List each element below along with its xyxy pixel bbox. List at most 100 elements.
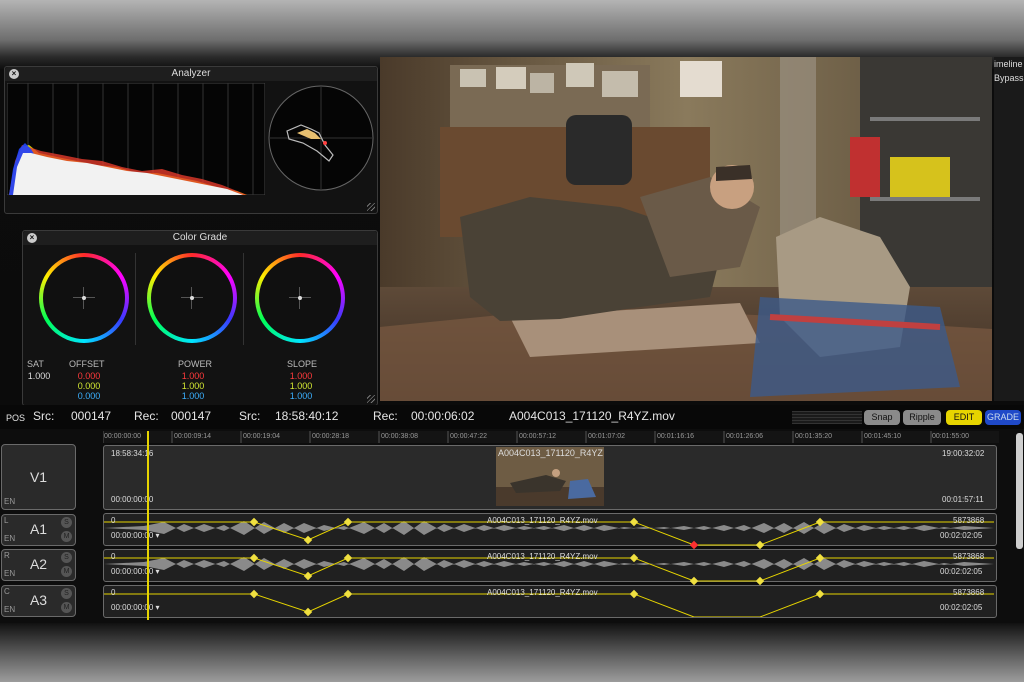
track-header-a2[interactable]: R A2 EN S M — [1, 549, 76, 581]
a2-start[interactable]: 00:00:00:00 ▾ — [111, 567, 160, 576]
mute-button[interactable]: M — [61, 531, 72, 542]
track-en-label: EN — [4, 497, 16, 506]
clip-name: A004C013_171120_R4YZ.mov — [509, 409, 675, 423]
ripple-button[interactable]: Ripple — [903, 410, 941, 425]
slope-wheel[interactable] — [255, 253, 345, 343]
histogram-graph — [7, 83, 265, 195]
a2-end: 00:02:02:05 — [940, 567, 983, 576]
grade-button[interactable]: GRADE — [985, 410, 1021, 425]
wheel-divider — [135, 253, 136, 345]
src-frame-value[interactable]: 000147 — [71, 409, 111, 423]
track-header-v1[interactable]: V1 EN — [1, 444, 76, 510]
toolbar-meter — [792, 411, 862, 424]
color-grade-title: Color Grade — [23, 231, 377, 245]
rec-tc-label: Rec: — [373, 409, 398, 423]
timeline-scrollbar[interactable] — [1016, 433, 1023, 549]
track-en-label: EN — [4, 534, 16, 543]
sat-label: SAT — [27, 359, 44, 369]
track-en-label: EN — [4, 569, 16, 578]
close-icon[interactable]: × — [9, 69, 19, 79]
a1-clip-name: A004C013_171120_R4YZ.mov — [487, 516, 598, 525]
ruler-label: 00:01:16:16 — [657, 433, 694, 440]
a3-gain: 0 — [111, 588, 116, 597]
slope-r-value[interactable]: 1.000 — [271, 371, 331, 381]
bypass-menu-item[interactable]: Bypass — [994, 73, 1024, 83]
offset-g-value[interactable]: 0.000 — [59, 381, 119, 391]
solo-button[interactable]: S — [61, 588, 72, 599]
power-wheel[interactable] — [147, 253, 237, 343]
thumbnail-clip-name: A004C013_171120_R4YZ — [498, 448, 603, 458]
snap-button[interactable]: Snap — [864, 410, 900, 425]
offset-wheel[interactable] — [39, 253, 129, 343]
power-b-value[interactable]: 1.000 — [163, 391, 223, 401]
resize-handle-icon[interactable] — [367, 395, 375, 403]
slope-label: SLOPE — [287, 359, 318, 369]
power-g-value[interactable]: 1.000 — [163, 381, 223, 391]
solo-button[interactable]: S — [61, 552, 72, 563]
ruler-label: 00:01:45:10 — [864, 433, 901, 440]
viewer-frame — [380, 57, 992, 401]
timeline-menu-item[interactable]: imeline — [994, 59, 1023, 69]
slope-wheel-puck-icon[interactable] — [298, 296, 302, 300]
edit-button[interactable]: EDIT — [946, 410, 982, 425]
rec-label: Rec: — [134, 409, 159, 423]
power-wheel-puck-icon[interactable] — [190, 296, 194, 300]
src-tc-label: Src: — [239, 409, 261, 423]
a3-end: 00:02:02:05 — [940, 603, 983, 612]
track-header-a1[interactable]: L A1 EN S M — [1, 514, 76, 546]
close-icon[interactable]: × — [27, 233, 37, 243]
offset-label: OFFSET — [69, 359, 105, 369]
a3-samples: 5873868 — [953, 588, 985, 597]
src-timecode[interactable]: 18:58:40:12 — [275, 409, 338, 423]
clip-end: 00:01:57:11 — [942, 495, 984, 504]
ruler-label: 00:00:09:14 — [174, 433, 211, 440]
ruler-label: 00:01:07:02 — [588, 433, 625, 440]
offset-wheel-puck-icon[interactable] — [82, 296, 86, 300]
a1-end: 00:02:02:05 — [940, 531, 983, 540]
audio-waveforms — [104, 517, 994, 617]
mute-button[interactable]: M — [61, 602, 72, 613]
clip-thumbnail[interactable]: A004C013_171120_R4YZ — [496, 447, 604, 506]
track-en-label: EN — [4, 605, 16, 614]
offset-b-value[interactable]: 0.000 — [59, 391, 119, 401]
slope-b-value[interactable]: 1.000 — [271, 391, 331, 401]
track-header-a3[interactable]: C A3 EN S M — [1, 585, 76, 617]
ruler-label: 00:00:28:18 — [312, 433, 349, 440]
a1-gain: 0 — [111, 516, 116, 525]
a1-start[interactable]: 00:00:00:00 ▾ — [111, 531, 160, 540]
analyzer-title: Analyzer — [5, 67, 377, 81]
a2-gain: 0 — [111, 552, 116, 561]
ruler-label: 00:00:00:00 — [104, 433, 141, 440]
src-label: Src: — [33, 409, 55, 423]
track-name: V1 — [29, 469, 48, 485]
side-menu: imeline Bypass — [994, 57, 1024, 401]
a2-clip-name: A004C013_171120_R4YZ.mov — [487, 552, 598, 561]
ruler-label: 00:01:26:06 — [726, 433, 763, 440]
power-label: POWER — [178, 359, 213, 369]
a1-samples: 5873868 — [953, 516, 985, 525]
pos-label: POS — [6, 413, 26, 423]
ruler-label: 00:01:55:00 — [932, 433, 969, 440]
clip-tc-out: 19:00:32:02 — [942, 449, 985, 458]
analyzer-panel: Analyzer × — [4, 66, 378, 214]
rec-frame-value[interactable]: 000147 — [171, 409, 211, 423]
playhead[interactable] — [147, 431, 149, 620]
solo-button[interactable]: S — [61, 517, 72, 528]
color-grade-panel: Color Grade × SAT 1.000 OFFSET 0.000 0.0… — [22, 230, 378, 406]
ruler-label: 00:00:38:08 — [381, 433, 418, 440]
power-r-value[interactable]: 1.000 — [163, 371, 223, 381]
offset-r-value[interactable]: 0.000 — [59, 371, 119, 381]
slope-g-value[interactable]: 1.000 — [271, 381, 331, 391]
mute-button[interactable]: M — [61, 566, 72, 577]
ruler-label: 00:01:35:20 — [795, 433, 832, 440]
wheel-divider — [243, 253, 244, 345]
ruler-label: 00:00:47:22 — [450, 433, 487, 440]
a2-samples: 5873868 — [953, 552, 985, 561]
a3-clip-name: A004C013_171120_R4YZ.mov — [487, 588, 598, 597]
resize-handle-icon[interactable] — [367, 203, 375, 211]
ruler-label: 00:00:19:04 — [243, 433, 280, 440]
vectorscope — [268, 85, 374, 191]
ruler-label: 00:00:57:12 — [519, 433, 556, 440]
a3-start[interactable]: 00:00:00:00 ▾ — [111, 603, 160, 612]
rec-timecode[interactable]: 00:00:06:02 — [411, 409, 474, 423]
